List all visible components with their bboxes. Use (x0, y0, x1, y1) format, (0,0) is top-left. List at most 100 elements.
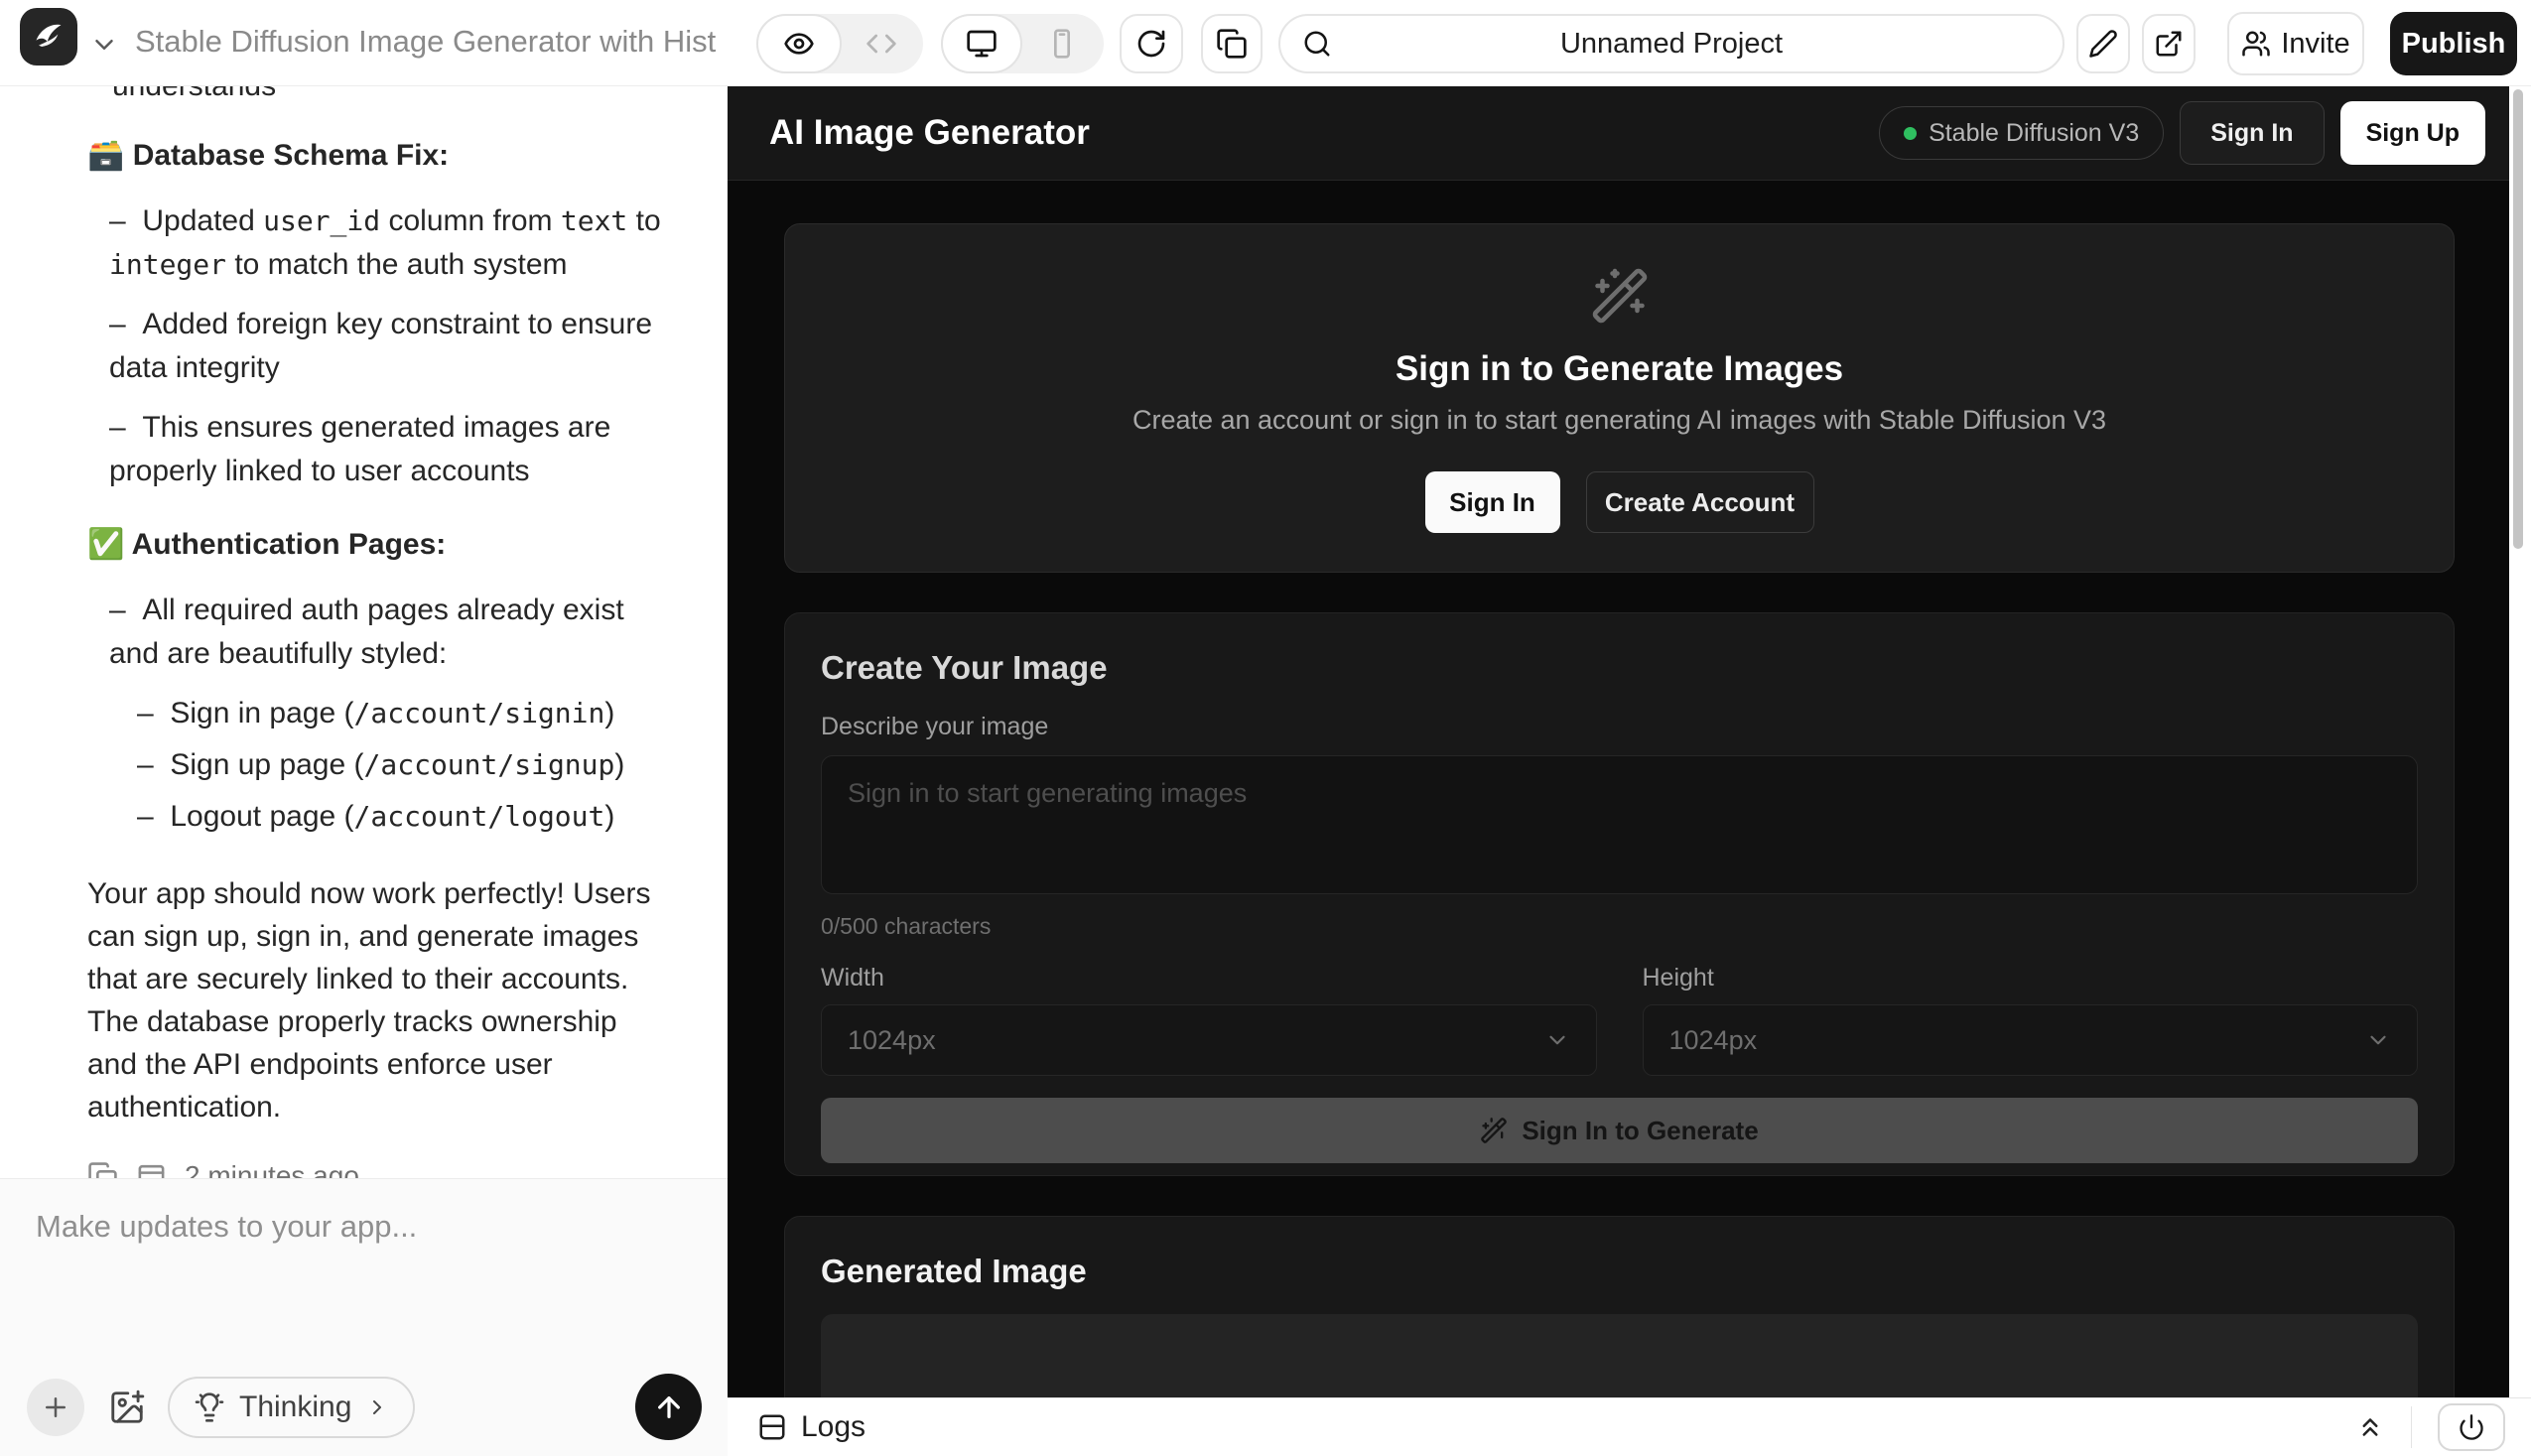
composer: Make updates to your app... Thinking (0, 1178, 728, 1456)
wand-sparkles-icon (1480, 1117, 1508, 1144)
logs-toggle[interactable]: Logs (757, 1410, 866, 1444)
add-image-button[interactable] (108, 1389, 146, 1426)
view-mode-toggle (756, 14, 923, 73)
refresh-button[interactable] (1120, 14, 1183, 73)
header-sign-in-button[interactable]: Sign In (2180, 101, 2324, 165)
preview-scrollbar-thumb[interactable] (2513, 89, 2523, 549)
send-button[interactable] (635, 1374, 702, 1440)
schema-fix-list: Updated user_id column from text to inte… (87, 199, 664, 493)
top-toolbar: Stable Diffusion Image Generator with Hi… (0, 0, 2531, 86)
character-counter: 0/500 characters (821, 913, 2418, 940)
eye-icon (783, 28, 815, 60)
list-item: Sign up page (/account/signup) (87, 743, 664, 787)
chevron-down-icon (2365, 1027, 2391, 1053)
thinking-mode-selector[interactable]: Thinking (168, 1377, 415, 1438)
open-external-button[interactable] (2142, 14, 2196, 73)
refresh-icon (1135, 28, 1167, 60)
desktop-view-button[interactable] (941, 14, 1022, 73)
mobile-view-button[interactable] (1022, 14, 1102, 73)
message-footer: 2 minutes ago (87, 1154, 664, 1178)
list-item: Logout page (/account/logout) (87, 795, 664, 839)
rename-button[interactable] (2076, 14, 2130, 73)
auth-pages-list: All required auth pages already exist an… (87, 589, 664, 676)
chat-panel[interactable]: understands 🗃️ Database Schema Fix: Upda… (0, 86, 728, 1178)
expand-logs-button[interactable] (2355, 1412, 2385, 1442)
copy-page-button[interactable] (1201, 14, 1263, 73)
preview-mode-button[interactable] (756, 14, 842, 73)
generated-image-title: Generated Image (821, 1253, 2418, 1290)
screen: Stable Diffusion Image Generator with Hi… (0, 0, 2531, 1456)
preview-scrollbar-track[interactable] (2509, 86, 2531, 1397)
chevron-right-icon (365, 1395, 389, 1419)
height-label: Height (1643, 964, 2419, 993)
generated-image-card: Generated Image (784, 1216, 2455, 1397)
add-attachment-button[interactable] (27, 1379, 84, 1436)
app-preview: AI Image Generator Stable Diffusion V3 S… (728, 86, 2509, 1397)
closing-paragraph: Your app should now work perfectly! User… (87, 872, 664, 1128)
logs-panel-icon (757, 1412, 787, 1442)
auth-pages-heading: ✅ Authentication Pages: (87, 523, 664, 567)
hero-sign-in-button[interactable]: Sign In (1425, 471, 1560, 533)
smartphone-icon (1046, 28, 1078, 60)
header-sign-up-button[interactable]: Sign Up (2340, 101, 2485, 165)
dimensions-row: Width 1024px Height 1024px (821, 964, 2418, 1076)
generate-button[interactable]: Sign In to Generate (821, 1098, 2418, 1163)
list-item: Added foreign key constraint to ensure d… (87, 303, 664, 390)
message-timestamp: 2 minutes ago (185, 1154, 359, 1178)
sign-in-hero-card: Sign in to Generate Images Create an acc… (784, 223, 2455, 573)
publish-button[interactable]: Publish (2390, 12, 2517, 75)
power-button[interactable] (2438, 1403, 2505, 1451)
copy-icon (1216, 28, 1248, 60)
logo-swoosh-icon (29, 17, 68, 57)
device-toggle (941, 14, 1104, 73)
hero-create-account-button[interactable]: Create Account (1586, 471, 1814, 533)
hero-actions: Sign In Create Account (1425, 471, 1814, 533)
list-item: This ensures generated images are proper… (87, 406, 664, 493)
chevron-down-icon (1544, 1027, 1570, 1053)
project-name-field (1278, 14, 2065, 73)
width-value: 1024px (848, 1025, 936, 1056)
height-select[interactable]: 1024px (1643, 1004, 2419, 1076)
describe-label: Describe your image (821, 713, 2418, 741)
invite-button[interactable]: Invite (2227, 12, 2364, 75)
chevrons-up-icon (2355, 1412, 2385, 1442)
hero-title: Sign in to Generate Images (1396, 349, 1843, 389)
list-item: All required auth pages already exist an… (87, 589, 664, 676)
users-icon (2241, 29, 2271, 59)
arrow-up-icon (653, 1391, 685, 1423)
hero-subtitle: Create an account or sign in to start ge… (1132, 405, 2106, 436)
copy-message-icon[interactable] (87, 1161, 118, 1179)
height-value: 1024px (1669, 1025, 1758, 1056)
power-icon (2458, 1413, 2485, 1441)
logs-bar: Logs (728, 1397, 2531, 1456)
generated-image-placeholder (821, 1314, 2418, 1397)
code-mode-button[interactable] (842, 14, 921, 73)
plus-icon (41, 1392, 70, 1422)
image-plus-icon (108, 1389, 146, 1426)
external-link-icon (2154, 29, 2184, 59)
clipped-text-line: understands (112, 86, 664, 108)
create-card-title: Create Your Image (821, 649, 2418, 687)
monitor-icon (966, 28, 998, 60)
prompt-textarea[interactable] (821, 755, 2418, 894)
status-dot (1904, 127, 1917, 140)
divider (2411, 1406, 2412, 1448)
assistant-message: understands 🗃️ Database Schema Fix: Upda… (0, 86, 728, 1178)
composer-input[interactable]: Make updates to your app... (36, 1209, 417, 1245)
list-item: Sign in page (/account/signin) (87, 692, 664, 735)
logs-label: Logs (801, 1410, 866, 1444)
project-name-input[interactable] (1280, 28, 2063, 61)
app-logo[interactable] (20, 8, 77, 66)
pencil-icon (2088, 29, 2118, 59)
project-menu-chevron-icon[interactable] (89, 30, 119, 60)
height-column: Height 1024px (1643, 964, 2419, 1076)
search-icon (1302, 29, 1332, 59)
app-header-actions: Stable Diffusion V3 Sign In Sign Up (1879, 101, 2485, 165)
width-column: Width 1024px (821, 964, 1597, 1076)
lightbulb-icon (194, 1391, 225, 1423)
project-title: Stable Diffusion Image Generator with Hi… (135, 24, 717, 60)
code-icon (866, 28, 897, 60)
app-header: AI Image Generator Stable Diffusion V3 S… (728, 86, 2509, 181)
width-select[interactable]: 1024px (821, 1004, 1597, 1076)
browser-window-icon[interactable] (136, 1161, 167, 1179)
